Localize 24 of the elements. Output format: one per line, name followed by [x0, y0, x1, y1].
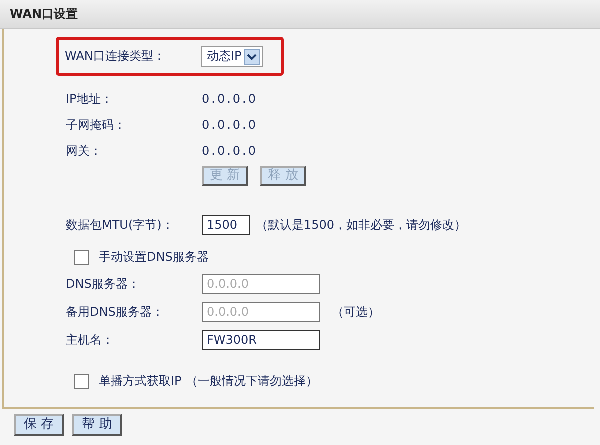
- footer-button[interactable]: 保 存: [14, 414, 64, 436]
- field-value: 0.0.0.0: [202, 144, 258, 158]
- field-label: 网关：: [66, 142, 103, 160]
- panel-title: WAN口设置: [10, 6, 78, 22]
- field-value: 0.0.0.0: [202, 92, 258, 106]
- connection-type-dropdown[interactable]: 动态IP: [201, 46, 263, 67]
- mtu-input[interactable]: 1500: [202, 215, 250, 235]
- checkbox[interactable]: [74, 374, 89, 388]
- checkbox[interactable]: [74, 250, 89, 264]
- field-label: IP地址：: [66, 90, 114, 108]
- field-label: 子网掩码：: [66, 116, 127, 134]
- checkbox-label: 单播方式获取IP: [99, 372, 182, 390]
- text-input[interactable]: FW300R: [202, 330, 320, 350]
- field-label: 数据包MTU(字节)：: [66, 216, 175, 234]
- field-label: DNS服务器：: [66, 276, 141, 292]
- field-value: 0.0.0.0: [202, 118, 258, 132]
- field-label: 备用DNS服务器：: [66, 304, 165, 320]
- checkbox-label: 手动设置DNS服务器: [99, 248, 209, 266]
- field-label: 主机名：: [66, 332, 115, 348]
- hint-text: （可选）: [332, 304, 380, 320]
- field-label: WAN口连接类型：: [65, 48, 166, 65]
- footer-button[interactable]: 帮 助: [72, 414, 122, 436]
- hint-text: （一般情况下请勿选择）: [186, 372, 318, 390]
- hint-text: （默认是1500，如非必要，请勿修改）: [256, 216, 467, 234]
